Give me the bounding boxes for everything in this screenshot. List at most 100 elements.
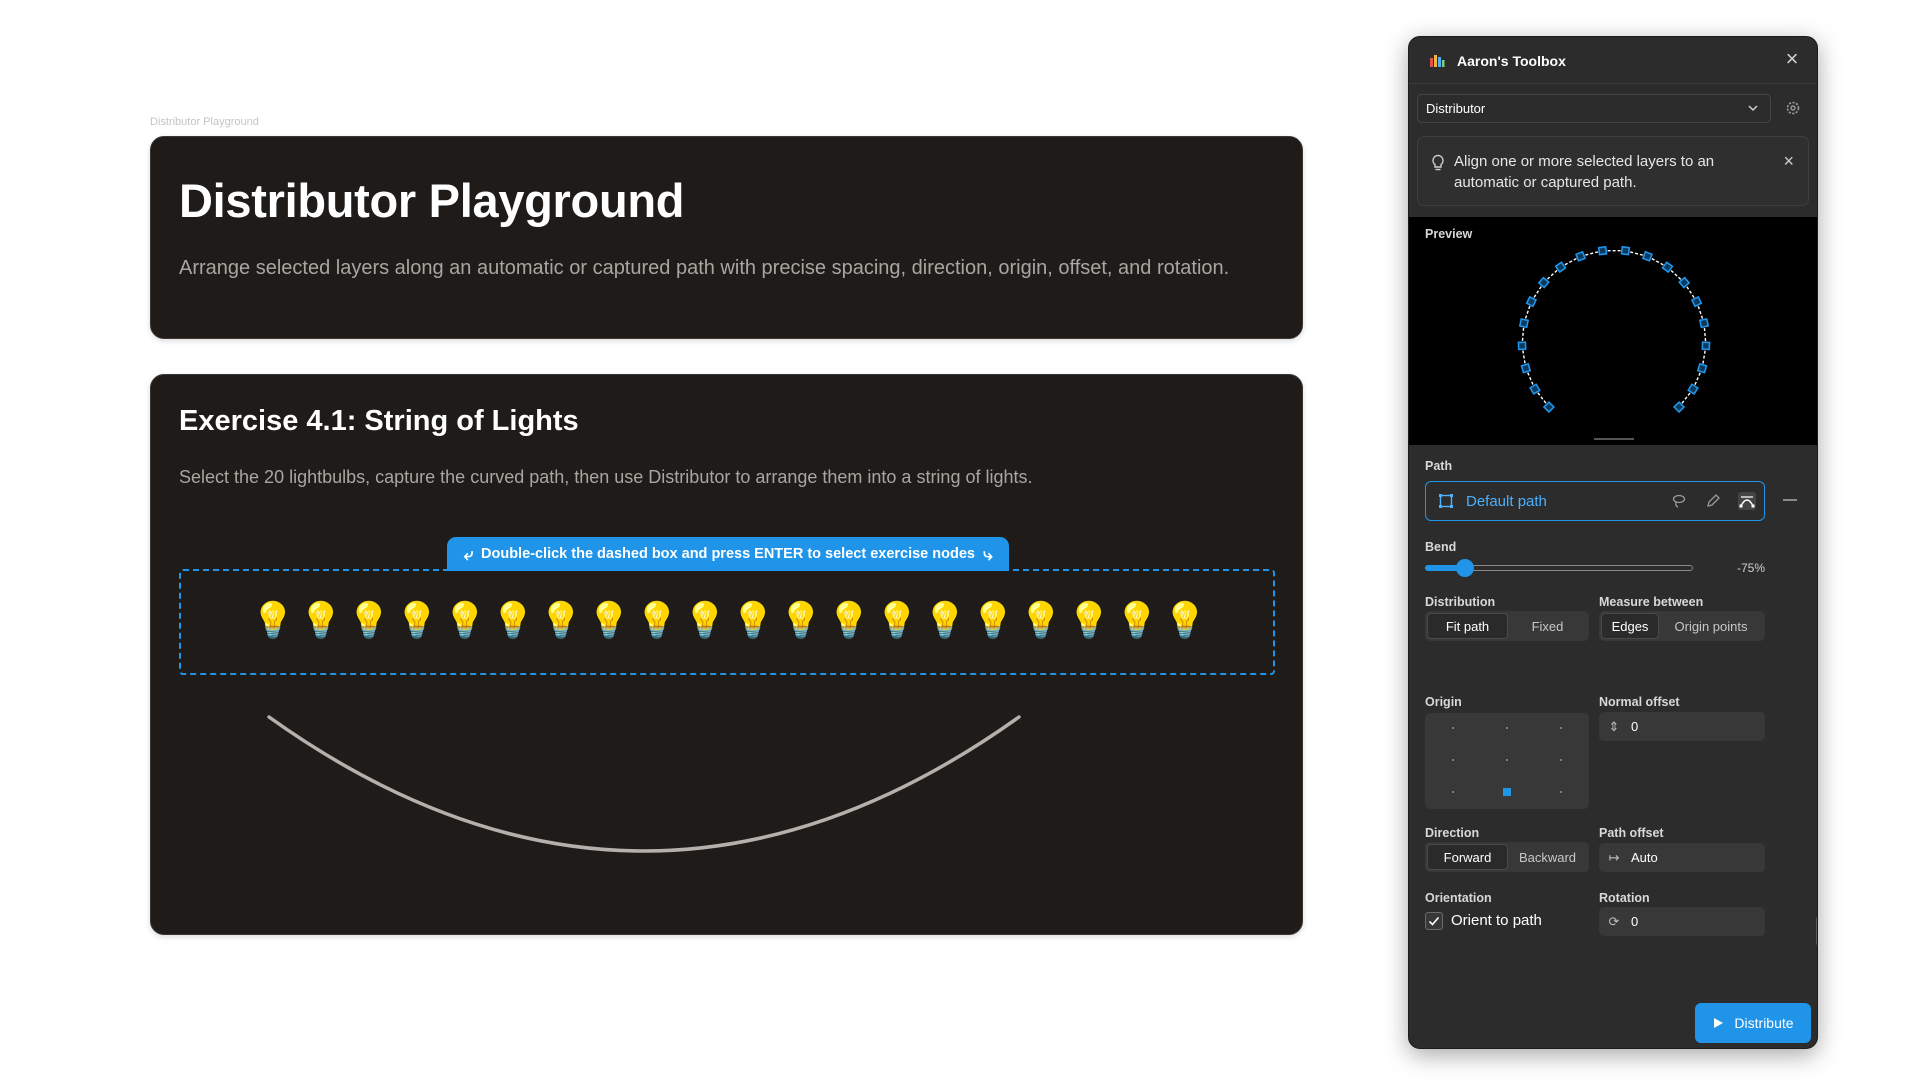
origin-middle-left[interactable] <box>1452 759 1454 761</box>
preview-node <box>1542 400 1556 414</box>
distribution-label: Distribution <box>1425 595 1496 609</box>
curve-stroke[interactable] <box>267 715 1021 853</box>
close-icon[interactable]: × <box>1781 48 1803 71</box>
lightbulb[interactable]: 💡 <box>827 597 871 645</box>
tool-select-value: Distributor <box>1426 101 1486 116</box>
direction-toggle: Forward Backward <box>1425 842 1589 872</box>
panel-header: Aaron's Toolbox × <box>1409 37 1817 84</box>
exercise-card: Exercise 4.1: String of Lights Select th… <box>150 374 1303 935</box>
origin-bottom-center-selected[interactable] <box>1503 788 1511 796</box>
origin-label: Origin <box>1425 695 1462 709</box>
exercise-title: Exercise 4.1: String of Lights <box>179 405 579 437</box>
preview-node <box>1520 362 1532 374</box>
lightbulb[interactable]: 💡 <box>347 597 391 645</box>
exercise-description: Select the 20 lightbulbs, capture the cu… <box>179 467 1033 487</box>
rotation-value: 0 <box>1631 914 1639 929</box>
hero-card: Distributor Playground Arrange selected … <box>150 136 1303 339</box>
distribution-fixed[interactable]: Fixed <box>1508 613 1587 639</box>
lightbulb[interactable]: 💡 <box>251 597 295 645</box>
preview-node <box>1641 250 1654 262</box>
lightbulb[interactable]: 💡 <box>1067 597 1111 645</box>
direction-forward[interactable]: Forward <box>1427 844 1508 870</box>
origin-grid[interactable] <box>1425 713 1589 809</box>
path-offset-input[interactable]: ↦ Auto <box>1599 843 1765 872</box>
dismiss-info-icon[interactable]: × <box>1783 151 1794 172</box>
lightbulb[interactable]: 💡 <box>683 597 727 645</box>
direction-label: Direction <box>1425 826 1480 840</box>
panel-resize-handle[interactable] <box>1816 917 1817 945</box>
lightbulb[interactable]: 💡 <box>491 597 535 645</box>
lightbulb[interactable]: 💡 <box>443 597 487 645</box>
preview-node <box>1525 295 1538 308</box>
lightbulb[interactable]: 💡 <box>1019 597 1063 645</box>
preview-node <box>1687 383 1699 395</box>
orientation-label: Orientation <box>1425 891 1492 905</box>
exercise-selection-box[interactable]: 💡 💡 💡 💡 💡 💡 💡 💡 💡 💡 💡 💡 💡 💡 💡 💡 💡 💡 💡 💡 <box>179 569 1275 675</box>
direction-backward[interactable]: Backward <box>1508 844 1587 870</box>
vertical-offset-icon: ⇕ <box>1608 718 1620 734</box>
origin-top-center[interactable] <box>1506 727 1508 729</box>
orient-to-path-checkbox[interactable] <box>1425 912 1443 930</box>
lightbulb[interactable]: 💡 <box>1115 597 1159 645</box>
path-value: Default path <box>1466 493 1547 510</box>
rotation-input[interactable]: ⟳ 0 <box>1599 907 1765 936</box>
bend-label: Bend <box>1425 540 1457 554</box>
exercise-hint-banner: ⤶ Double-click the dashed box and press … <box>447 537 1009 571</box>
lightbulb[interactable]: 💡 <box>923 597 967 645</box>
play-icon <box>1714 1018 1724 1028</box>
exercise-hint-text: Double-click the dashed box and press EN… <box>481 546 975 562</box>
origin-bottom-right[interactable] <box>1560 791 1562 793</box>
distribute-button[interactable]: Distribute <box>1695 1003 1811 1043</box>
preview-node <box>1698 318 1710 329</box>
frame-label: Distributor Playground <box>150 116 259 128</box>
lightbulb-outline-icon <box>1432 154 1444 171</box>
preview-arc <box>1517 245 1711 440</box>
arrow-right-bar-icon: ↦ <box>1608 849 1620 865</box>
origin-center[interactable] <box>1506 759 1508 761</box>
origin-top-left[interactable] <box>1452 727 1454 729</box>
orient-to-path-label: Orient to path <box>1451 912 1542 929</box>
lasso-icon[interactable] <box>1670 492 1688 510</box>
origin-middle-right[interactable] <box>1560 759 1562 761</box>
arrow-curve-down-left-icon: ⤶ <box>463 544 474 564</box>
bend-slider[interactable] <box>1425 559 1693 577</box>
lightbulb[interactable]: 💡 <box>635 597 679 645</box>
lightbulb[interactable]: 💡 <box>971 597 1015 645</box>
lightbulb-row: 💡 💡 💡 💡 💡 💡 💡 💡 💡 💡 💡 💡 💡 💡 💡 💡 💡 💡 💡 💡 <box>251 597 1207 645</box>
preview-node <box>1661 261 1674 274</box>
gear-icon[interactable] <box>1785 100 1801 116</box>
preview-node <box>1529 383 1541 395</box>
preview-node <box>1574 250 1587 262</box>
rotate-icon: ⟳ <box>1608 913 1620 929</box>
measure-origin-points[interactable]: Origin points <box>1659 613 1763 639</box>
lightbulb[interactable]: 💡 <box>587 597 631 645</box>
remove-path-icon[interactable] <box>1783 499 1797 501</box>
chevron-down-icon <box>1748 105 1758 112</box>
bend-value: -75% <box>1736 561 1765 575</box>
bend-slider-thumb[interactable] <box>1456 559 1475 577</box>
origin-bottom-left[interactable] <box>1452 791 1454 793</box>
path-field[interactable]: Default path <box>1425 481 1765 521</box>
origin-top-right[interactable] <box>1560 727 1562 729</box>
lightbulb[interactable]: 💡 <box>779 597 823 645</box>
measure-between-label: Measure between <box>1599 595 1704 609</box>
toolbox-panel: Aaron's Toolbox × Distributor Align one … <box>1408 36 1818 1049</box>
distribution-fit-path[interactable]: Fit path <box>1427 613 1508 639</box>
preview-node <box>1537 276 1550 289</box>
preview-node <box>1690 295 1703 308</box>
normal-offset-input[interactable]: ⇕ 0 <box>1599 712 1765 741</box>
tool-select[interactable]: Distributor <box>1417 94 1771 123</box>
preview-node <box>1517 341 1527 351</box>
panel-title: Aaron's Toolbox <box>1457 53 1566 69</box>
pen-icon[interactable] <box>1704 492 1722 510</box>
measure-edges[interactable]: Edges <box>1601 613 1659 639</box>
lightbulb[interactable]: 💡 <box>395 597 439 645</box>
lightbulb[interactable]: 💡 <box>1163 597 1207 645</box>
lightbulb[interactable]: 💡 <box>875 597 919 645</box>
lightbulb[interactable]: 💡 <box>731 597 775 645</box>
bezier-curve-icon[interactable] <box>1738 492 1756 510</box>
preview-node <box>1701 341 1711 351</box>
lightbulb[interactable]: 💡 <box>539 597 583 645</box>
lightbulb[interactable]: 💡 <box>299 597 343 645</box>
preview-node <box>1696 362 1708 374</box>
